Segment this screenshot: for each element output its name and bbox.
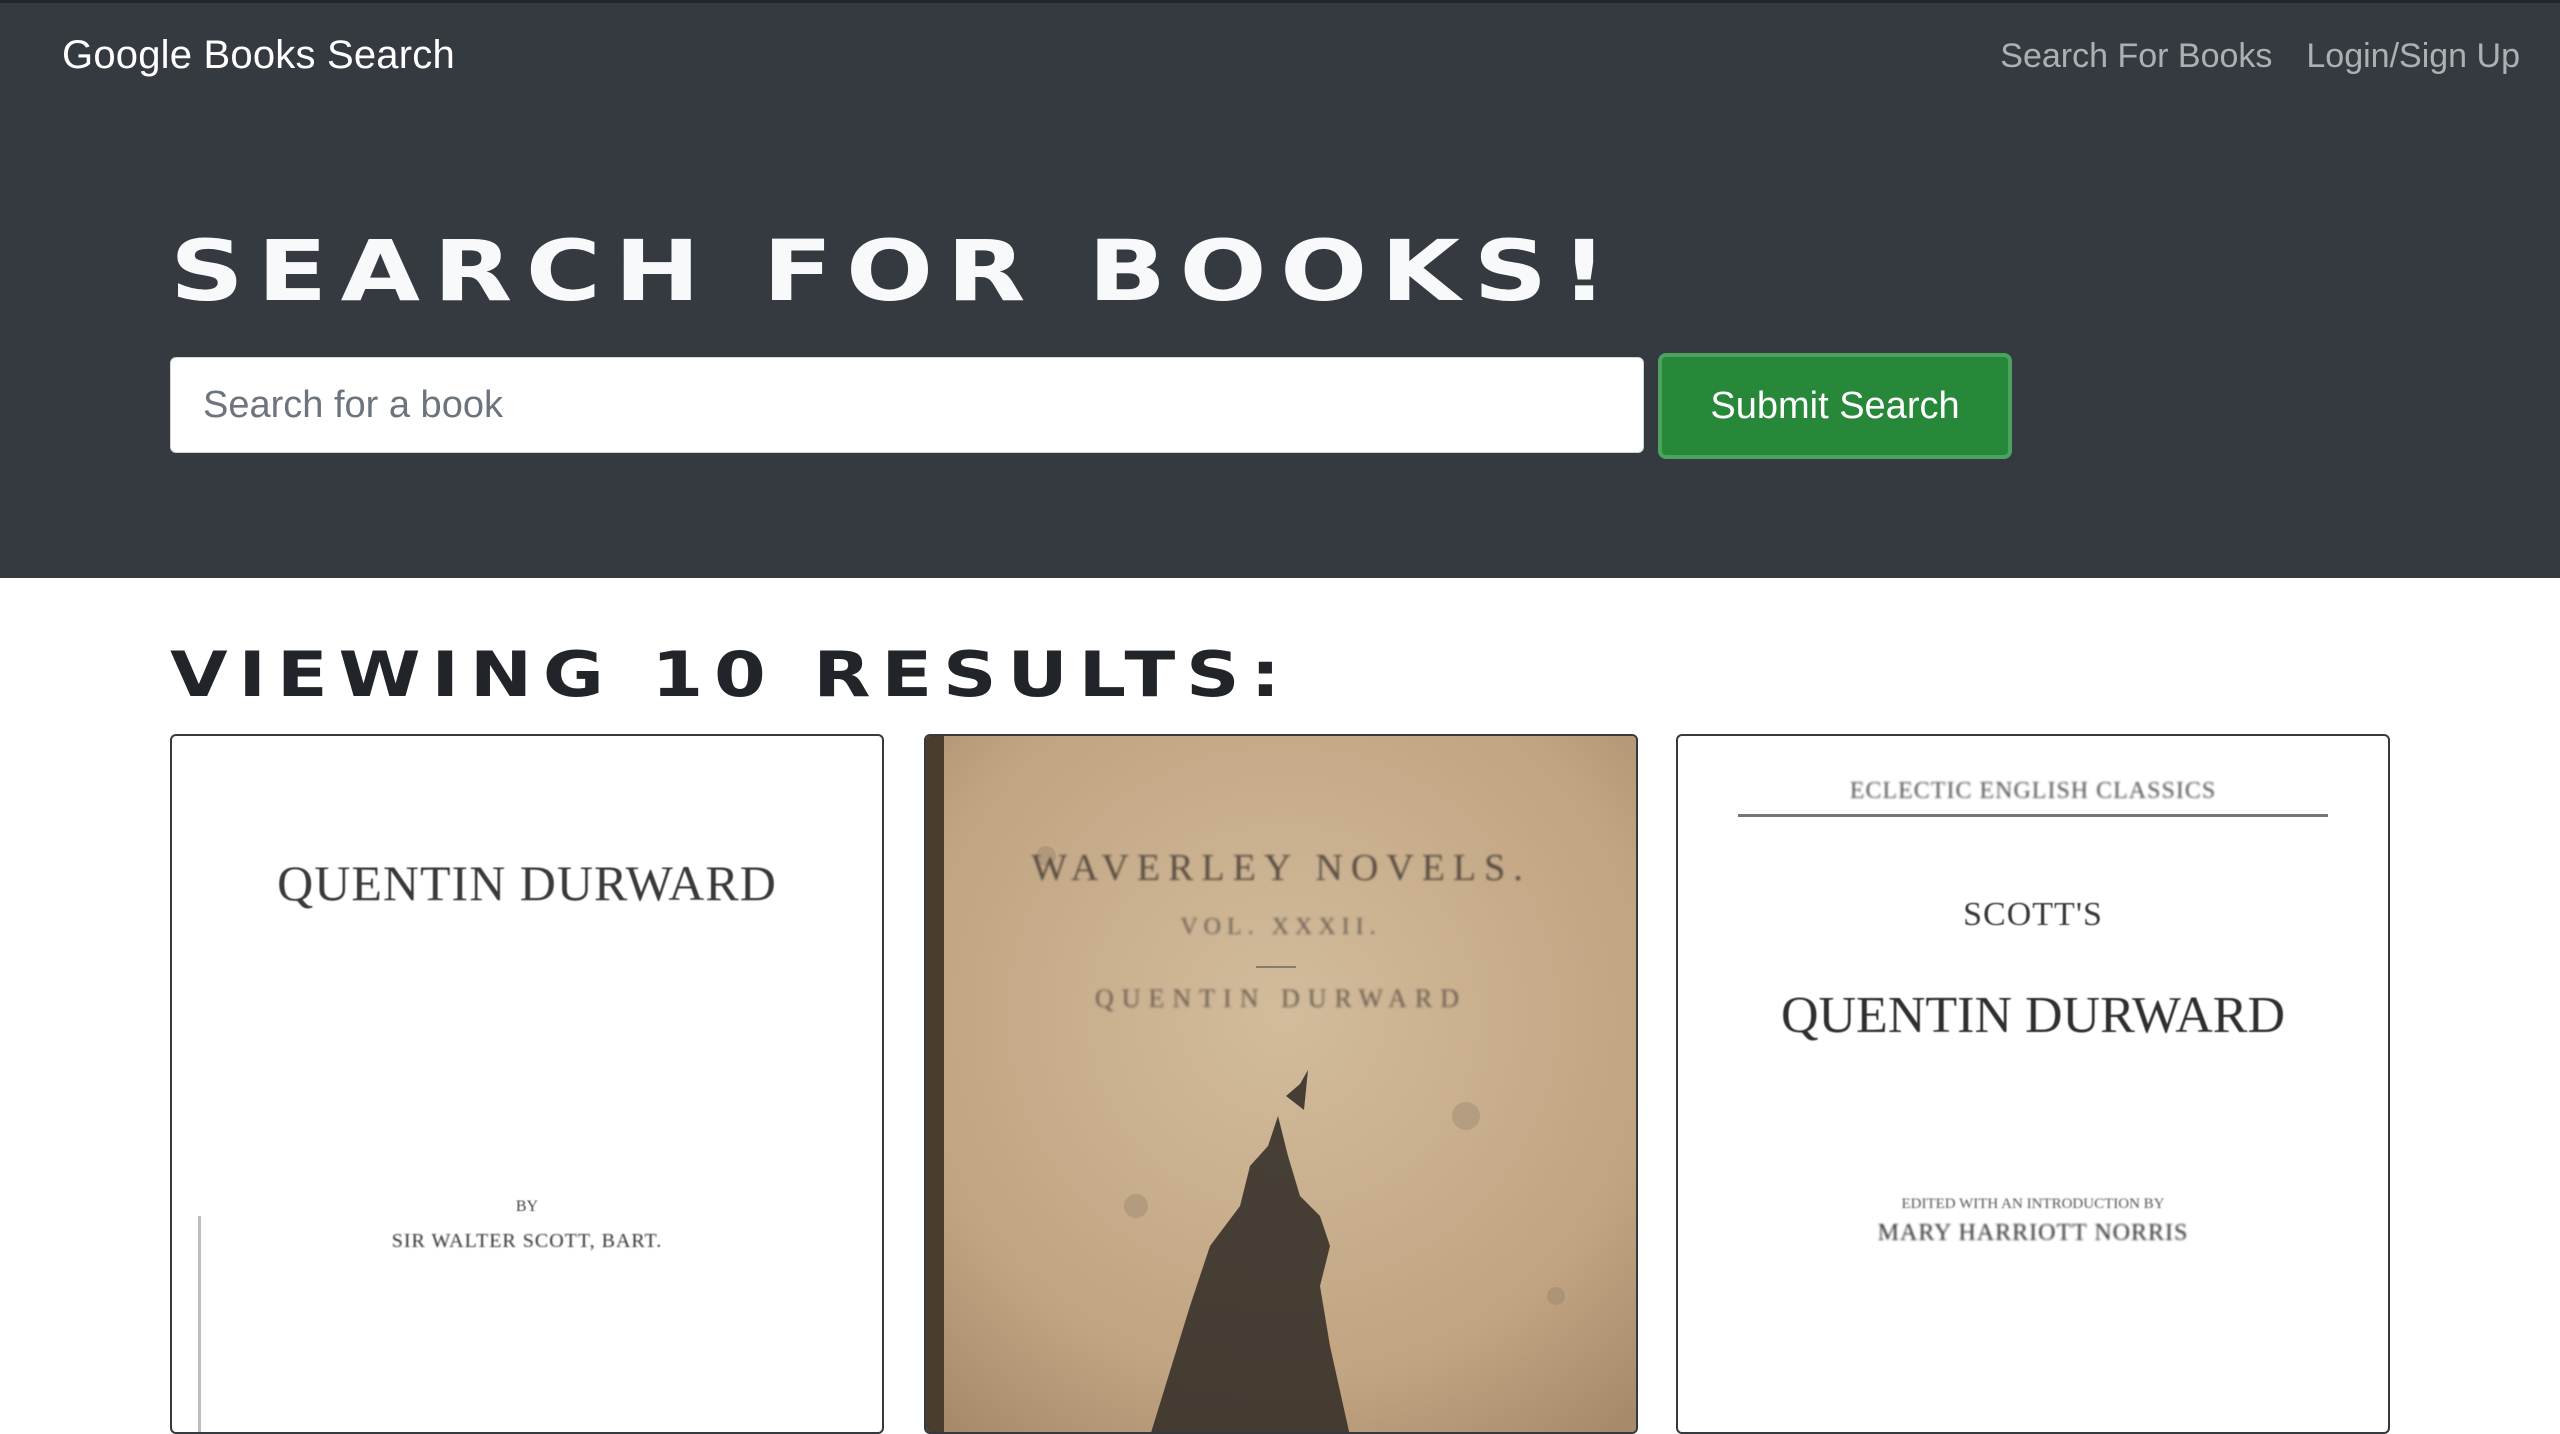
brand-link[interactable]: Google Books Search (62, 33, 455, 78)
book-cover-image: WAVERLEY NOVELS. VOL. XXXII. QUENTIN DUR… (926, 736, 1636, 1432)
nav-login-signup[interactable]: Login/Sign Up (2306, 37, 2520, 76)
search-form: Submit Search (170, 353, 2012, 459)
cover-page-edge (198, 1216, 201, 1432)
search-input[interactable] (170, 357, 1644, 453)
page-title: Search for Books! (170, 222, 1621, 320)
cover-volume: VOL. XXXII. (1180, 914, 1382, 940)
navbar-and-hero: Google Books Search Search For Books Log… (0, 0, 2560, 578)
book-card[interactable]: QUENTIN DURWARD BY SIR WALTER SCOTT, BAR… (170, 734, 884, 1434)
cover-subtitle: SCOTT'S (1963, 896, 2103, 933)
cover-title: QUENTIN DURWARD (277, 855, 777, 911)
book-card[interactable]: ECLECTIC ENGLISH CLASSICS SCOTT'S QUENTI… (1676, 734, 2390, 1434)
cover-author: SIR WALTER SCOTT, BART. (391, 1230, 663, 1252)
book-cover-image: QUENTIN DURWARD BY SIR WALTER SCOTT, BAR… (172, 736, 882, 1432)
cover-editor-name: MARY HARRIOTT NORRIS (1877, 1220, 2189, 1246)
cover-divider (1738, 814, 2328, 817)
nav-links: Search For Books Login/Sign Up (2000, 37, 2520, 76)
cover-title: QUENTIN DURWARD (1780, 987, 2286, 1044)
cover-by: BY (515, 1198, 539, 1215)
nav-search-for-books[interactable]: Search For Books (2000, 37, 2272, 76)
cover-title: QUENTIN DURWARD (1094, 984, 1468, 1013)
cover-texture (926, 736, 1636, 1432)
cover-editor-line: EDITED WITH AN INTRODUCTION BY (1901, 1196, 2165, 1212)
book-card[interactable]: WAVERLEY NOVELS. VOL. XXXII. QUENTIN DUR… (924, 734, 1638, 1434)
submit-search-button[interactable]: Submit Search (1658, 353, 2012, 459)
cover-divider (1256, 966, 1296, 968)
cover-series: ECLECTIC ENGLISH CLASSICS (1849, 778, 2217, 804)
cover-spine (926, 736, 944, 1432)
results-heading: Viewing 10 results: (170, 638, 1292, 711)
book-cover-image: ECLECTIC ENGLISH CLASSICS SCOTT'S QUENTI… (1678, 736, 2388, 1432)
cover-series: WAVERLEY NOVELS. (1031, 847, 1531, 889)
